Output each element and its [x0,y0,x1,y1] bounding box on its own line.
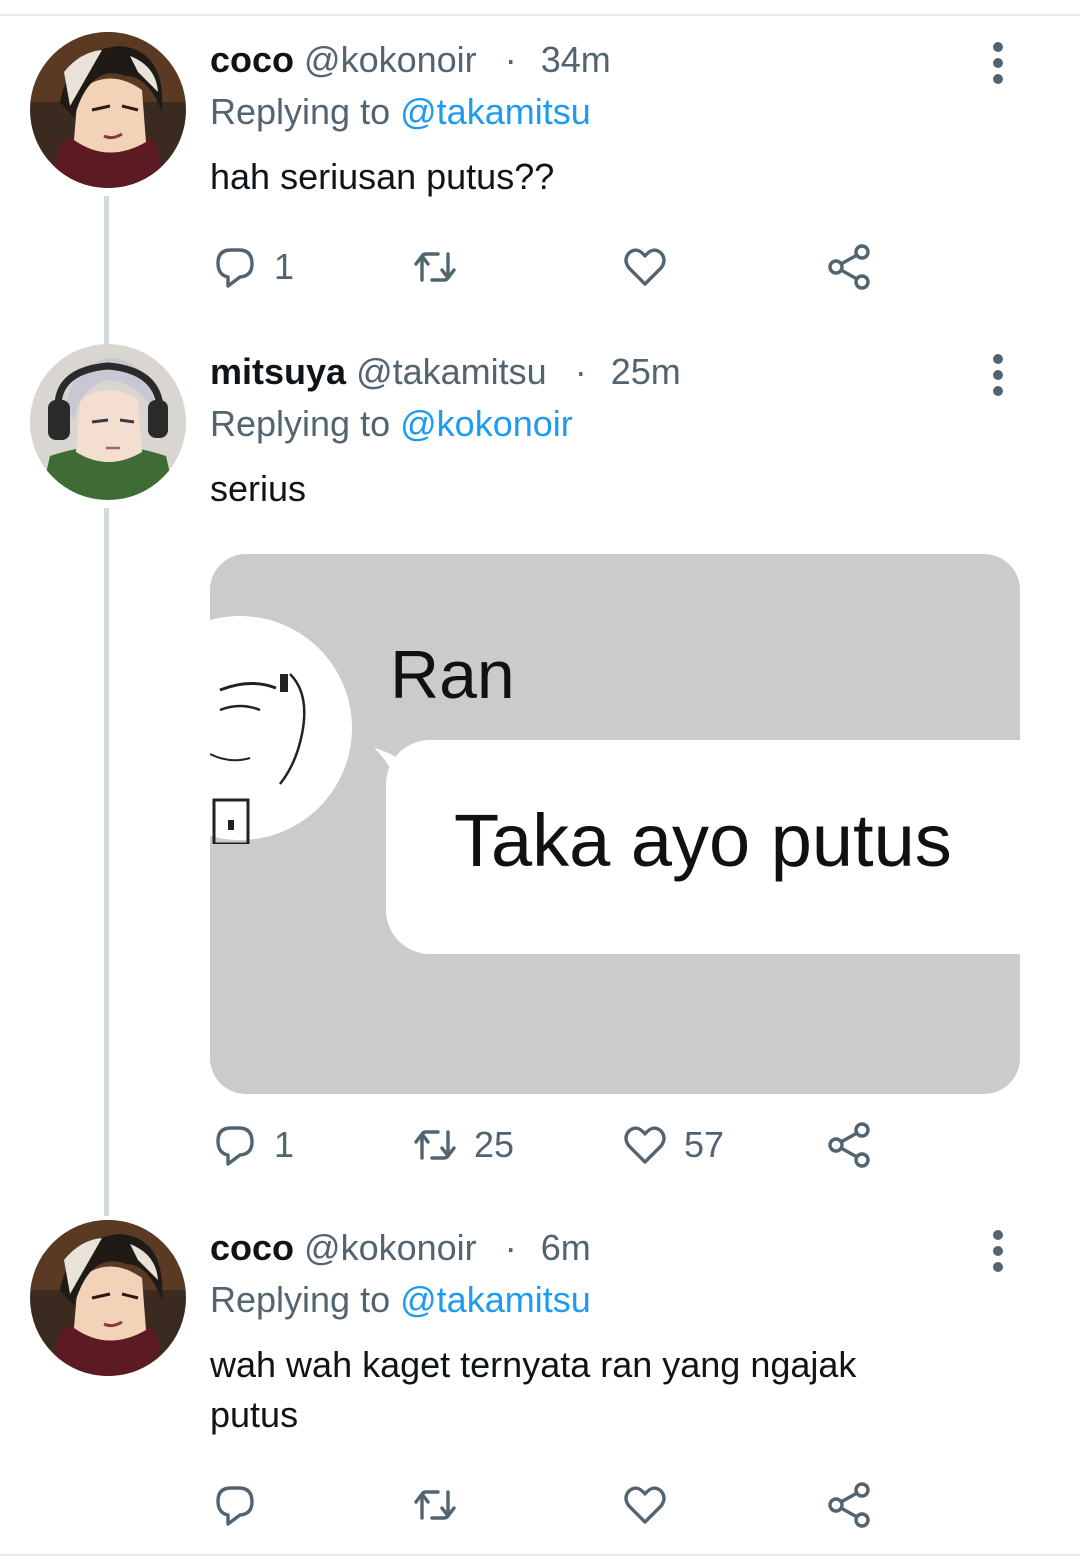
avatar[interactable] [30,344,186,500]
conversation-thread: coco @kokonoir · 34m Replying to @takami… [0,0,1080,1568]
tweet-content: mitsuya @takamitsu · 25m Replying to @ko… [210,350,1020,514]
reply-icon [216,1486,254,1526]
tweet-text: hah seriusan putus?? [210,156,555,197]
share-icon [828,1482,870,1528]
chat-message: Taka ayo putus [454,799,952,882]
retweet-button[interactable] [410,240,474,294]
display-name[interactable]: coco [210,1227,294,1268]
more-vertical-icon[interactable] [988,1230,1008,1278]
chat-bubble: Taka ayo putus [386,740,1020,954]
sender-avatar-drawing [210,616,352,844]
reply-button[interactable]: 1 [210,240,294,294]
more-vertical-icon[interactable] [988,354,1008,402]
share-button[interactable] [824,1118,874,1172]
tweet-text: wah wah kaget ternyata ran yang ngajak p… [210,1344,857,1435]
like-button[interactable] [620,1478,684,1532]
retweet-button[interactable] [410,1478,474,1532]
like-button[interactable] [620,240,684,294]
tweet-header: coco @kokonoir · 34m [210,38,1020,82]
tweet-text: serius [210,468,307,509]
retweet-button[interactable]: 25 [410,1118,514,1172]
display-name[interactable]: mitsuya [210,351,346,392]
replying-to: Replying to @takamitsu [210,90,1020,134]
separator-dot: · [504,39,517,80]
action-bar: 1 [210,240,910,294]
mention-link[interactable]: @kokonoir [400,403,573,444]
retweet-icon [414,252,456,282]
reply-icon [216,248,254,288]
like-button[interactable]: 57 [620,1118,724,1172]
handle[interactable]: @kokonoir [304,1227,477,1268]
share-icon [828,244,870,290]
tweet-content: coco @kokonoir · 6m Replying to @takamit… [210,1226,1020,1440]
attached-image[interactable]: Ran Taka ayo putus [210,554,1020,1094]
share-button[interactable] [824,1478,874,1532]
reply-button[interactable] [210,1478,274,1532]
reply-count: 1 [274,246,295,287]
replying-to: Replying to @takamitsu [210,1278,1020,1322]
timestamp[interactable]: 34m [541,39,611,80]
reply-icon [216,1126,254,1166]
replying-to: Replying to @kokonoir [210,402,1020,446]
bottom-divider [0,1554,1080,1556]
heart-icon [624,1486,666,1524]
tweet[interactable]: coco @kokonoir · 34m Replying to @takami… [0,0,1080,330]
replying-to-label: Replying to [210,1279,391,1320]
chat-sender-name: Ran [390,637,515,713]
mention-link[interactable]: @takamitsu [400,91,591,132]
like-count: 57 [684,1124,725,1165]
tweet-content: coco @kokonoir · 34m Replying to @takami… [210,38,1020,202]
avatar[interactable] [30,1220,186,1376]
handle[interactable]: @takamitsu [356,351,547,392]
tweet-header: coco @kokonoir · 6m [210,1226,1020,1270]
heart-icon [624,1126,666,1164]
display-name[interactable]: coco [210,39,294,80]
separator-dot: · [504,1227,517,1268]
action-bar [210,1478,910,1532]
timestamp[interactable]: 6m [541,1227,591,1268]
reply-button[interactable]: 1 [210,1118,294,1172]
retweet-icon [414,1130,456,1160]
tweet[interactable]: coco @kokonoir · 6m Replying to @takamit… [0,1200,1080,1554]
replying-to-label: Replying to [210,91,391,132]
timestamp[interactable]: 25m [611,351,681,392]
heart-icon [624,248,666,286]
tweet-header: mitsuya @takamitsu · 25m [210,350,1020,394]
retweet-icon [414,1490,456,1520]
mention-link[interactable]: @takamitsu [400,1279,591,1320]
tweet[interactable]: mitsuya @takamitsu · 25m Replying to @ko… [0,330,1080,1200]
more-vertical-icon[interactable] [988,42,1008,90]
avatar[interactable] [30,32,186,188]
reply-count: 1 [274,1124,295,1165]
replying-to-label: Replying to [210,403,391,444]
separator-dot: · [574,351,587,392]
retweet-count: 25 [474,1124,515,1165]
action-bar: 1 25 57 [210,1118,910,1172]
share-icon [828,1122,870,1168]
handle[interactable]: @kokonoir [304,39,477,80]
share-button[interactable] [824,240,874,294]
